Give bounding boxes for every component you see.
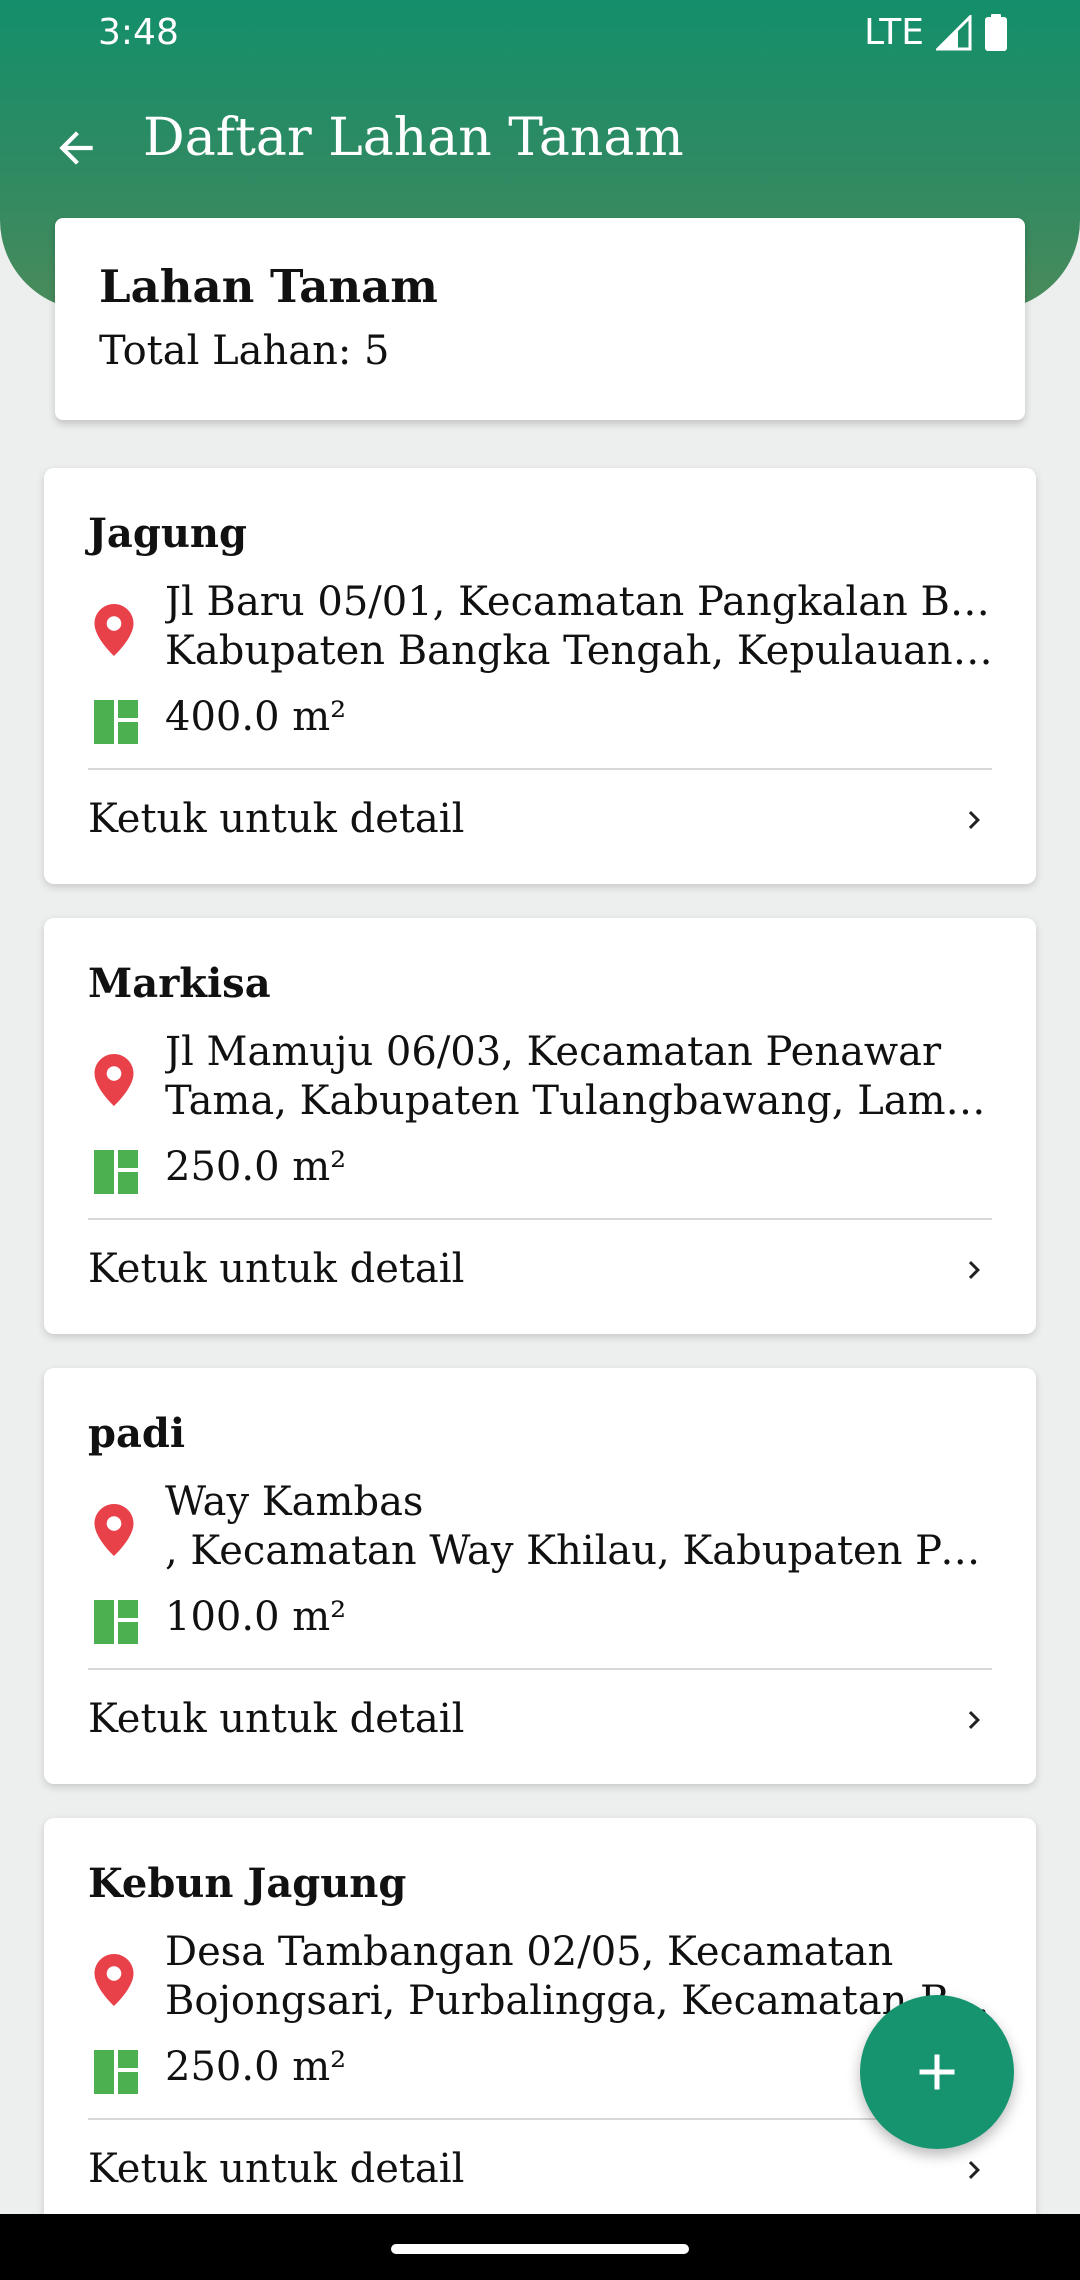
area-icon (94, 1600, 138, 1644)
land-address-line: Desa Tambangan 02/05, Kecamatan (165, 1929, 894, 1975)
add-land-button[interactable] (860, 1995, 1014, 2149)
chevron-right-icon (968, 1711, 980, 1729)
land-address: Jl Baru 05/01, Kecamatan Pangkalan Baru,… (165, 578, 1035, 676)
detail-link[interactable]: Ketuk untuk detail (88, 2122, 992, 2218)
detail-label: Ketuk untuk detail (88, 2146, 465, 2192)
status-indicators: LTE (864, 12, 1008, 53)
land-name: Kebun Jagung (88, 1860, 407, 1907)
back-button[interactable] (40, 112, 112, 184)
detail-link[interactable]: Ketuk untuk detail (88, 772, 992, 868)
detail-link[interactable]: Ketuk untuk detail (88, 1672, 992, 1768)
detail-link[interactable]: Ketuk untuk detail (88, 1222, 992, 1318)
location-pin-icon (94, 1954, 134, 2006)
land-area: 250.0 m² (165, 1144, 347, 1190)
land-address-line: Bojongsari, Purbalingga, Kecamatan Bojon… (165, 1978, 995, 2024)
land-area: 250.0 m² (165, 2044, 347, 2090)
chevron-right-icon (968, 811, 980, 829)
land-card[interactable]: Jagung Jl Baru 05/01, Kecamatan Pangkala… (44, 468, 1036, 884)
system-nav-bar (0, 2214, 1080, 2280)
location-pin-icon (94, 604, 134, 656)
summary-card: Lahan Tanam Total Lahan: 5 (55, 218, 1025, 420)
land-name: Markisa (88, 960, 271, 1007)
divider (88, 1668, 992, 1670)
land-address-line: Kabupaten Bangka Tengah, Kepulauan Bangk… (165, 628, 995, 674)
location-pin-icon (94, 1054, 134, 1106)
land-address-line: Jl Baru 05/01, Kecamatan Pangkalan Baru, (165, 579, 995, 625)
area-icon (94, 1150, 138, 1194)
chevron-right-icon (968, 1261, 980, 1279)
land-area: 400.0 m² (165, 694, 347, 740)
land-address-line: Jl Mamuju 06/03, Kecamatan Penawar (165, 1029, 942, 1075)
battery-icon (985, 13, 1007, 51)
land-name: Jagung (88, 510, 247, 557)
summary-title: Lahan Tanam (99, 260, 438, 313)
summary-total-count: Total Lahan: 5 (99, 328, 390, 374)
detail-label: Ketuk untuk detail (88, 1246, 465, 1292)
network-type: LTE (864, 12, 924, 53)
home-gesture-handle[interactable] (391, 2244, 689, 2254)
status-time: 3:48 (98, 12, 179, 53)
location-pin-icon (94, 1504, 134, 1556)
divider (88, 768, 992, 770)
status-bar: 3:48 LTE (0, 0, 1080, 66)
land-address-line: Way Kambas (165, 1479, 424, 1525)
toolbar: Daftar Lahan Tanam (0, 88, 1080, 198)
plus-icon (919, 2054, 955, 2090)
divider (88, 2118, 992, 2120)
land-area: 100.0 m² (165, 1594, 347, 1640)
area-icon (94, 700, 138, 744)
page-title: Daftar Lahan Tanam (143, 108, 684, 168)
land-address-line: Tama, Kabupaten Tulangbawang, Lampung (165, 1078, 995, 1124)
arrow-back-icon (59, 131, 93, 165)
chevron-right-icon (968, 2161, 980, 2179)
land-card[interactable]: padi Way Kambas , Kecamatan Way Khilau, … (44, 1368, 1036, 1784)
land-card[interactable]: Markisa Jl Mamuju 06/03, Kecamatan Penaw… (44, 918, 1036, 1334)
screen: 3:48 LTE Daftar Lahan Tanam Lahan Tanam … (0, 0, 1080, 2280)
detail-label: Ketuk untuk detail (88, 796, 465, 842)
area-icon (94, 2050, 138, 2094)
detail-label: Ketuk untuk detail (88, 1696, 465, 1742)
land-name: padi (88, 1410, 186, 1457)
land-address: Jl Mamuju 06/03, Kecamatan Penawar Tama,… (165, 1028, 1035, 1126)
divider (88, 1218, 992, 1220)
land-list: Jagung Jl Baru 05/01, Kecamatan Pangkala… (44, 468, 1036, 2268)
signal-icon (936, 14, 972, 50)
land-address: Way Kambas , Kecamatan Way Khilau, Kabup… (165, 1478, 1035, 1576)
land-address-line: , Kecamatan Way Khilau, Kabupaten Pesawa… (165, 1528, 995, 1574)
